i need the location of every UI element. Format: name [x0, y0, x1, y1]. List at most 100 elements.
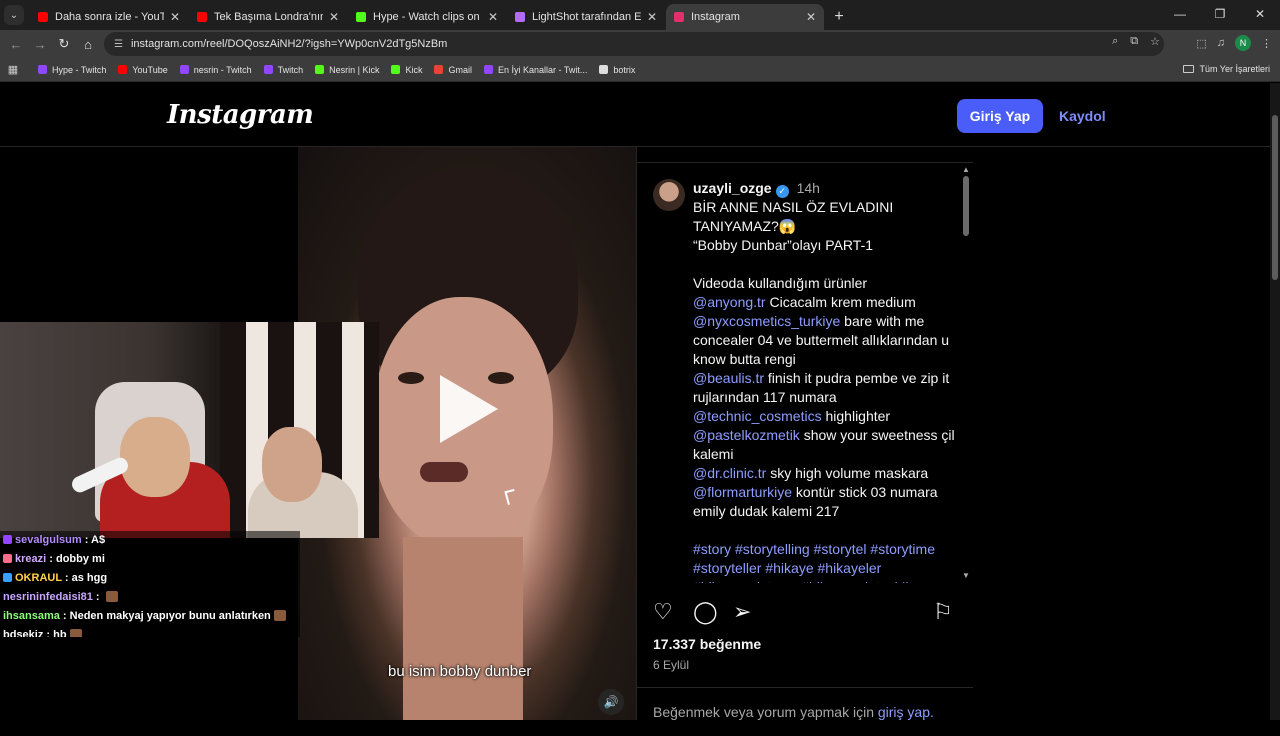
tab-instagram[interactable]: Instagram ✕ — [666, 4, 824, 30]
new-tab-button[interactable]: + — [829, 4, 849, 30]
signup-link[interactable]: Kaydol — [1059, 108, 1106, 124]
like-count[interactable]: 17.337 beğenme — [653, 636, 761, 652]
save-icon[interactable]: ⚐ — [933, 599, 953, 625]
restore-icon[interactable]: ❐ — [1200, 0, 1240, 28]
caption-line-text: “Bobby Dunbar”olayı PART-1 — [693, 237, 874, 253]
emote-icon — [69, 629, 82, 637]
post-header-divider — [637, 147, 973, 163]
bookmark-gmail[interactable]: Gmail — [434, 65, 472, 75]
tab-search-button[interactable]: ⌄ — [4, 5, 24, 25]
bookmark-nesrin-kick[interactable]: Nesrin | Kick — [315, 65, 379, 75]
tab-title: Daha sonra izle - YouTube — [55, 11, 164, 23]
avatar[interactable] — [653, 179, 685, 211]
bookmark-youtube[interactable]: YouTube — [118, 65, 168, 75]
post-time[interactable]: 14h — [797, 180, 820, 196]
login-link[interactable]: giriş yap. — [878, 704, 934, 720]
install-app-icon[interactable]: ⧉ — [1130, 35, 1138, 48]
forward-icon[interactable]: → — [28, 37, 52, 52]
mention-link[interactable]: @technic_cosmetics — [693, 408, 822, 424]
stream-chat: sevalgulsum : A$ kreazi : dobby mi OKRAUL … — [0, 531, 300, 637]
bookmark-botrix[interactable]: botrix — [599, 65, 635, 75]
extensions-icon[interactable]: ⬚ — [1196, 37, 1206, 50]
back-icon[interactable]: ← — [4, 37, 28, 52]
close-icon[interactable]: ✕ — [806, 10, 816, 24]
close-icon[interactable]: ✕ — [170, 10, 180, 24]
tab-youtube-watch-later[interactable]: Daha sonra izle - YouTube ✕ — [30, 4, 188, 30]
tab-youtube-london[interactable]: Tek Başıma Londra'nın En Korku ✕ — [189, 4, 347, 30]
caption-scrollbar[interactable]: ▲ — [962, 165, 970, 585]
reload-icon[interactable]: ↻ — [52, 36, 76, 52]
chat-username[interactable]: ihsansama — [3, 610, 60, 622]
chat-username[interactable]: nesrininfedaisi81 — [3, 591, 93, 603]
chat-username[interactable]: OKRAUL — [15, 572, 62, 584]
chat-message: nesrininfedaisi81 : — [0, 588, 300, 607]
all-bookmarks[interactable]: Tüm Yer İşaretleri — [1183, 64, 1270, 74]
window-controls: — ❐ ✕ — [1160, 0, 1280, 28]
chat-badge-icon — [3, 535, 12, 544]
emote-icon — [105, 591, 118, 602]
verified-badge-icon: ✓ — [775, 185, 789, 198]
speaker-icon[interactable]: 🔊 — [598, 689, 624, 715]
toolbar: ← → ↻ ⌂ ☰ instagram.com/reel/DOQoszAiNH2… — [0, 30, 1280, 58]
site-info-icon[interactable]: ☰ — [114, 39, 123, 50]
mention-link[interactable]: @nyxcosmetics_turkiye — [693, 313, 840, 329]
caption: uzayli_ozge ✓ 14h BİR ANNE NASIL ÖZ EVLADI… — [653, 173, 963, 583]
chat-username[interactable]: bdsekiz — [3, 629, 43, 637]
caption-line: @beaulis.tr finish it pudra pembe ve zip… — [693, 369, 955, 407]
page-scrollbar[interactable] — [1270, 83, 1280, 720]
bookmark-twitch[interactable]: Twitch — [263, 65, 303, 75]
address-bar-icons: ⌕ ⧉ ☆ — [1112, 35, 1160, 48]
instagram-logo[interactable]: Instagram — [167, 100, 314, 130]
scrollbar-thumb[interactable] — [963, 176, 969, 236]
login-button[interactable]: Giriş Yap — [957, 99, 1043, 133]
mention-link[interactable]: @beaulis.tr — [693, 370, 764, 386]
tab-title: Instagram — [691, 11, 740, 23]
bookmark-best-channels[interactable]: En İyi Kanallar - Twit... — [484, 65, 587, 75]
minimize-icon[interactable]: — — [1160, 0, 1200, 28]
caption-line-text: highlighter — [821, 408, 891, 424]
bookmark-nesrin-twitch[interactable]: nesrin - Twitch — [179, 65, 252, 75]
zoom-icon[interactable]: ⌕ — [1112, 35, 1118, 48]
post-actions: ♡ ◯ ➢ ⚐ — [653, 599, 957, 629]
close-icon[interactable]: ✕ — [488, 10, 498, 24]
media-control-icon[interactable]: ♫ — [1217, 37, 1225, 49]
hashtags[interactable]: #story #storytelling #storytel #storytim… — [693, 541, 935, 583]
chat-text: dobby mi — [55, 553, 105, 565]
share-icon[interactable]: ➢ — [733, 599, 751, 625]
mention-link[interactable]: @pastelkozmetik — [693, 427, 800, 443]
bookmark-kick[interactable]: Kick — [391, 65, 422, 75]
chat-username[interactable]: sevalgulsum — [15, 534, 82, 546]
post-username[interactable]: uzayli_ozge — [693, 180, 772, 196]
tab-lightshot[interactable]: LightShot tarafından Ekran Görü ✕ — [507, 4, 665, 30]
mention-link[interactable]: @dr.clinic.tr — [693, 465, 766, 481]
bookmark-hype-twitch[interactable]: Hype - Twitch — [38, 65, 106, 75]
close-window-icon[interactable]: ✕ — [1240, 0, 1280, 28]
scroll-up-icon[interactable]: ▲ — [962, 165, 970, 174]
mention-link[interactable]: @flormarturkiye — [693, 484, 792, 500]
apps-grid-icon[interactable]: ▦ — [0, 63, 26, 76]
close-icon[interactable]: ✕ — [329, 10, 339, 24]
address-bar[interactable]: ☰ instagram.com/reel/DOQoszAiNH2/?igsh=Y… — [104, 32, 1164, 56]
chat-message: ihsansama : Neden makyaj yapıyor bunu an… — [0, 607, 300, 626]
comment-icon[interactable]: ◯ — [693, 599, 718, 625]
chat-badge-icon — [3, 554, 12, 563]
streamer-webcam — [0, 322, 379, 538]
menu-icon[interactable]: ⋮ — [1261, 37, 1272, 50]
kick-icon — [391, 65, 401, 74]
home-icon[interactable]: ⌂ — [76, 37, 100, 52]
caption-body: uzayli_ozge ✓ 14h BİR ANNE NASIL ÖZ EVLADI… — [693, 179, 955, 583]
chat-message: OKRAUL : as hgg — [0, 569, 300, 588]
chat-username[interactable]: kreazi — [15, 553, 46, 565]
scroll-down-icon[interactable]: ▼ — [962, 571, 970, 580]
scrollbar-thumb[interactable] — [1272, 115, 1278, 280]
close-icon[interactable]: ✕ — [647, 10, 657, 24]
profile-avatar[interactable]: N — [1235, 35, 1251, 51]
mention-link[interactable]: @anyong.tr — [693, 294, 766, 310]
bookmark-star-icon[interactable]: ☆ — [1150, 35, 1160, 48]
caption-line: @pastelkozmetik show your sweetness çil … — [693, 426, 955, 464]
tab-kick-hype[interactable]: Hype - Watch clips on Kick ✕ — [348, 4, 506, 30]
twitch-icon — [484, 65, 493, 74]
caption-line: #story #storytelling #storytel #storytim… — [693, 540, 955, 583]
play-icon[interactable] — [440, 375, 498, 443]
heart-icon[interactable]: ♡ — [653, 599, 673, 625]
